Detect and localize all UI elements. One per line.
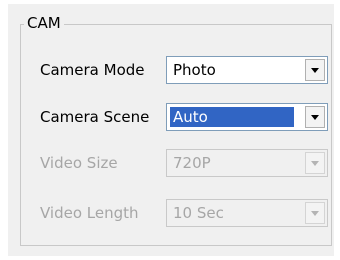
camera-scene-dropdown[interactable]: Auto (166, 103, 328, 131)
video-length-label: Video Length (40, 204, 139, 222)
chevron-down-icon (311, 211, 319, 216)
camera-scene-label: Camera Scene (40, 108, 150, 126)
chevron-down-icon (311, 68, 319, 73)
groupbox-title: CAM (24, 14, 64, 32)
camera-mode-dropdown-button[interactable] (305, 59, 325, 81)
camera-mode-label: Camera Mode (40, 61, 145, 79)
video-size-dropdown: 720P (166, 149, 328, 177)
video-size-dropdown-button (305, 152, 325, 174)
video-size-label: Video Size (40, 154, 118, 172)
video-size-value: 720P (173, 154, 211, 172)
video-length-value: 10 Sec (173, 204, 224, 222)
camera-scene-value: Auto (170, 107, 294, 127)
camera-mode-dropdown[interactable]: Photo (166, 56, 328, 84)
video-length-dropdown: 10 Sec (166, 199, 328, 227)
video-length-dropdown-button (305, 202, 325, 224)
camera-scene-dropdown-button[interactable] (305, 106, 325, 128)
chevron-down-icon (311, 161, 319, 166)
camera-mode-value: Photo (173, 61, 216, 79)
chevron-down-icon (311, 115, 319, 120)
